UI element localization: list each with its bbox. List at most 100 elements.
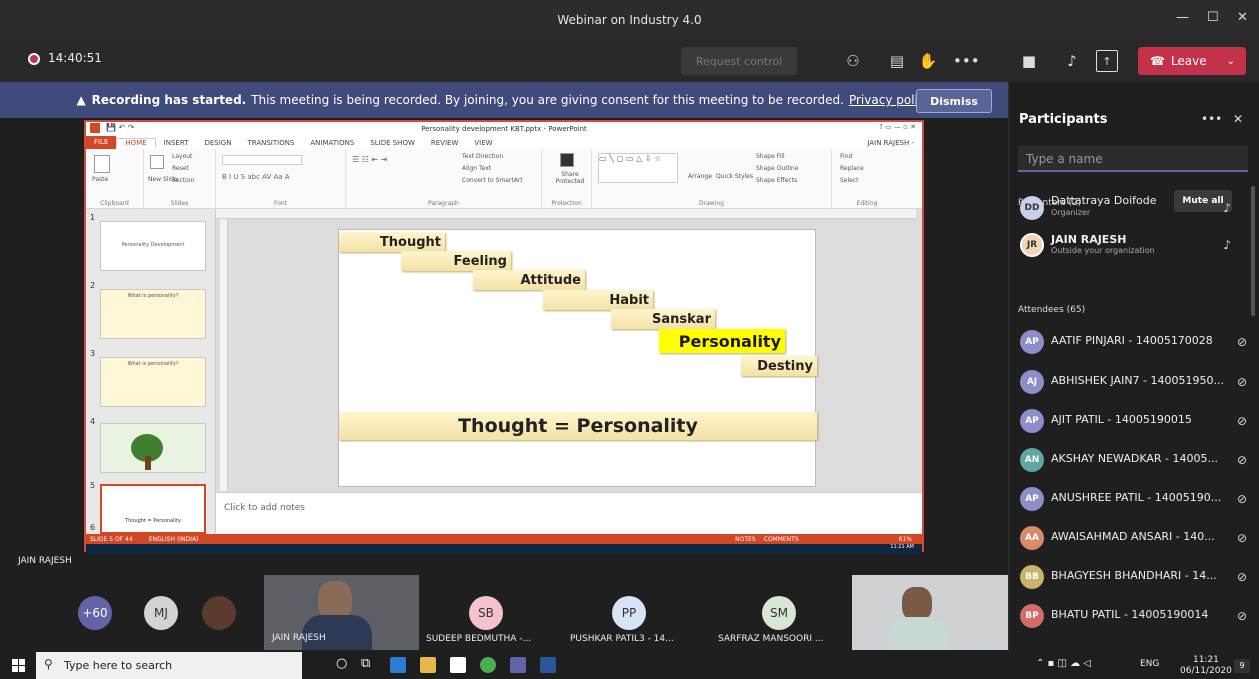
attendee-row[interactable]: AA AWAISAHMAD ANSARI - 140... ⊘ — [1008, 518, 1259, 558]
chrome-icon[interactable] — [480, 657, 496, 673]
attendee-row[interactable]: AP AJIT PATIL - 14005190015 ⊘ — [1008, 401, 1259, 441]
participant-row[interactable]: DD Dattatraya Doifode Organizer ♪ — [1008, 188, 1259, 228]
notification-icon[interactable]: 9 — [1234, 659, 1250, 673]
mic-off-icon[interactable]: ⊘ — [1237, 531, 1247, 545]
section-label[interactable]: Section — [172, 177, 194, 184]
align-text-label[interactable]: Align Text — [462, 165, 491, 172]
leave-button[interactable]: ☎ Leave ⌄ — [1138, 47, 1246, 75]
panel-close-icon[interactable]: ✕ — [1233, 112, 1243, 126]
share-protected-icon[interactable] — [560, 153, 574, 167]
mic-icon[interactable]: ♪ — [1223, 201, 1231, 215]
window-title: Webinar on Industry 4.0 — [557, 13, 702, 27]
tab-design[interactable]: DESIGN — [196, 139, 239, 147]
language-status[interactable]: ENGLISH (INDIA) — [149, 536, 199, 543]
new-slide-icon[interactable] — [150, 155, 164, 169]
participants-icon[interactable]: ⚇ — [842, 50, 864, 72]
attendees-section-title[interactable]: Attendees (65) — [1018, 305, 1085, 315]
mic-off-icon[interactable]: ⊘ — [1237, 453, 1247, 467]
word-icon[interactable] — [540, 657, 556, 673]
shapes-gallery[interactable]: ▭ ╲ ○ ▭ △ ⇩ ☆ — [598, 153, 678, 183]
chevron-down-icon[interactable]: ⌄ — [1227, 56, 1235, 67]
arrange-label[interactable]: Arrange — [688, 173, 712, 180]
slide-thumbnail[interactable]: What is personality? — [100, 357, 206, 407]
mic-off-icon[interactable]: ⊘ — [1237, 570, 1247, 584]
close-button[interactable]: ✕ — [1237, 10, 1248, 25]
request-control-button[interactable]: Request control — [681, 47, 797, 75]
mic-off-icon[interactable]: ⊘ — [1237, 414, 1247, 428]
notes-pane[interactable]: Click to add notes — [216, 492, 922, 534]
video-jain-rajesh[interactable]: JAIN RAJESH — [264, 575, 419, 650]
layout-label[interactable]: Layout — [172, 153, 192, 160]
input-language[interactable]: ENG — [1140, 659, 1159, 669]
taskbar-search-input[interactable]: Type here to search — [36, 652, 302, 679]
list-icons[interactable]: ☰ ☷ ⇤ ⇥ — [352, 155, 387, 164]
tab-insert[interactable]: INSERT — [156, 139, 197, 147]
mic-off-icon[interactable]: ⊘ — [1237, 375, 1247, 389]
attendee-row[interactable]: BP BHATU PATIL - 14005190014 ⊘ — [1008, 596, 1259, 636]
attendee-row[interactable]: AP AATIF PINJARI - 14005170028 ⊘ — [1008, 322, 1259, 362]
panel-scrollbar[interactable] — [1251, 186, 1255, 316]
task-view-icon[interactable]: ⧉ — [361, 656, 370, 671]
microphone-icon[interactable]: ♪ — [1061, 50, 1083, 72]
font-format-icons[interactable]: B I U S abc AV Aa A — [222, 173, 290, 181]
tab-review[interactable]: REVIEW — [423, 139, 466, 147]
tab-file[interactable]: FILE — [86, 136, 117, 149]
more-actions-icon[interactable]: ••• — [953, 50, 980, 72]
mic-off-icon[interactable]: ⊘ — [1237, 492, 1247, 506]
taskbar-clock[interactable]: 11:21 06/11/2020 — [1180, 655, 1232, 677]
tab-slide-show[interactable]: SLIDE SHOW — [362, 139, 423, 147]
slide-thumbnail[interactable]: Personality Development — [100, 221, 206, 271]
mic-icon[interactable]: ♪ — [1223, 238, 1231, 252]
find-label[interactable]: Find — [840, 153, 852, 160]
comments-button[interactable]: COMMENTS — [764, 536, 799, 543]
mail-icon[interactable] — [450, 657, 466, 673]
current-slide[interactable]: Thought Feeling Attitude Habit Sanskar P… — [338, 229, 817, 487]
file-explorer-icon[interactable] — [420, 657, 436, 673]
tab-view[interactable]: VIEW — [466, 139, 500, 147]
reset-label[interactable]: Reset — [172, 165, 189, 172]
overflow-count[interactable]: +60 — [78, 596, 112, 630]
text-direction-label[interactable]: Text Direction — [462, 153, 503, 160]
convert-smartart-label[interactable]: Convert to SmartArt — [462, 177, 523, 184]
shape-fill-label[interactable]: Shape Fill — [756, 153, 785, 160]
video-participant[interactable] — [852, 575, 1008, 650]
shape-outline-label[interactable]: Shape Outline — [756, 165, 798, 172]
cortana-icon[interactable]: ○ — [336, 656, 347, 671]
camera-icon[interactable]: ■ — [1018, 50, 1040, 72]
quick-access-icon[interactable]: 💾 ↶ ↷ — [106, 123, 134, 132]
participant-search-input[interactable]: Type a name — [1018, 146, 1248, 172]
system-tray-icons[interactable]: ⌃ ▪ ◫ ☁ ◁ — [1036, 658, 1091, 669]
quick-styles-label[interactable]: Quick Styles — [716, 173, 753, 180]
ppt-window-controls[interactable]: ? ▭ — ▫ ✕ — [879, 123, 916, 131]
share-screen-icon[interactable]: ↑ — [1096, 50, 1118, 72]
tab-animations[interactable]: ANIMATIONS — [302, 139, 362, 147]
panel-more-icon[interactable]: ••• — [1201, 112, 1222, 126]
teams-icon[interactable] — [510, 657, 526, 673]
attendee-row[interactable]: AJ ABHISHEK JAIN7 - 140051950... ⊘ — [1008, 362, 1259, 402]
chat-icon[interactable]: ▤ — [886, 50, 908, 72]
tab-home[interactable]: HOME — [116, 138, 156, 147]
slide-thumbnail-selected[interactable]: Thought = Personality — [100, 484, 206, 534]
replace-label[interactable]: Replace — [840, 165, 864, 172]
participant-row[interactable]: JR JAIN RAJESH Outside your organization… — [1008, 225, 1259, 265]
minimize-button[interactable]: — — [1176, 10, 1189, 25]
paste-icon[interactable] — [94, 155, 110, 173]
mic-off-icon[interactable]: ⊘ — [1237, 335, 1247, 349]
raise-hand-icon[interactable]: ✋ — [917, 50, 939, 72]
slide-thumbnail[interactable]: What is personality? — [100, 289, 206, 339]
attendee-row[interactable]: BB BHAGYESH BHANDHARI - 14... ⊘ — [1008, 557, 1259, 597]
shape-effects-label[interactable]: Shape Effects — [756, 177, 797, 184]
maximize-button[interactable]: ☐ — [1207, 10, 1219, 25]
attendee-row[interactable]: AP ANUSHREE PATIL - 14005190... ⊘ — [1008, 479, 1259, 519]
select-label[interactable]: Select — [840, 177, 859, 184]
zoom-level[interactable]: 61% — [899, 536, 912, 543]
dismiss-button[interactable]: Dismiss — [916, 89, 992, 113]
windows-start-icon[interactable] — [12, 659, 25, 672]
font-name-field[interactable] — [222, 155, 302, 165]
mic-off-icon[interactable]: ⊘ — [1237, 609, 1247, 623]
edge-icon[interactable] — [390, 657, 406, 673]
notes-button[interactable]: NOTES — [735, 536, 755, 543]
slide-thumbnail[interactable] — [100, 423, 206, 473]
tab-transitions[interactable]: TRANSITIONS — [239, 139, 302, 147]
attendee-row[interactable]: AN AKSHAY NEWADKAR - 14005... ⊘ — [1008, 440, 1259, 480]
